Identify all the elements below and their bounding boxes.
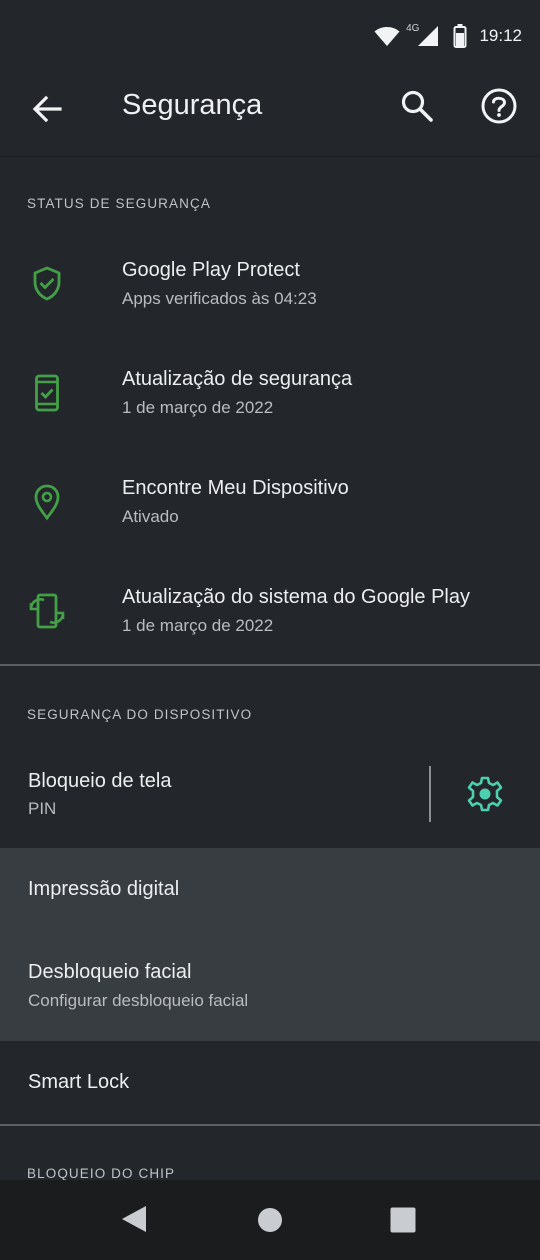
list-item-smart-lock[interactable]: Smart Lock [0, 1041, 540, 1124]
list-item-subtitle: 1 de março de 2022 [122, 616, 274, 635]
search-icon[interactable] [400, 89, 434, 123]
network-type: 4G [406, 22, 420, 34]
list-item-title: Smart Lock [28, 1071, 130, 1093]
clock: 19:12 [479, 26, 522, 45]
shield-check-icon [33, 266, 61, 301]
list-item-face-unlock[interactable]: Desbloqueio facial Configurar desbloquei… [0, 932, 540, 1041]
phone-sync-icon [29, 593, 65, 629]
list-item-title: Bloqueio de tela [28, 770, 172, 792]
wifi-icon [374, 27, 400, 46]
list-item-subtitle: 1 de março de 2022 [122, 398, 274, 417]
section-divider [0, 1124, 540, 1126]
section-header-device: SEGURANÇA DO DISPOSITIVO [27, 707, 253, 722]
list-item-title: Encontre Meu Dispositivo [122, 477, 349, 499]
back-arrow-icon[interactable] [30, 92, 64, 126]
list-item-subtitle: Configurar desbloqueio facial [28, 991, 249, 1010]
highlight-group: Impressão digital Desbloqueio facial Con… [0, 848, 540, 1041]
list-item-title: Impressão digital [28, 878, 180, 900]
page-title: Segurança [122, 89, 263, 121]
list-item-title: Desbloqueio facial [28, 961, 192, 983]
nav-home-icon[interactable] [257, 1207, 283, 1233]
section-header-chip: BLOQUEIO DO CHIP [27, 1166, 176, 1181]
list-item-title: Atualização de segurança [122, 368, 353, 390]
list-item-subtitle: Apps verificados às 04:23 [122, 289, 317, 308]
navigation-bar [0, 1180, 540, 1260]
list-item-security-update[interactable]: Atualização de segurança 1 de março de 2… [0, 338, 540, 447]
list-item-subtitle: Ativado [122, 507, 179, 526]
section-divider [0, 664, 540, 666]
nav-back-icon[interactable] [120, 1204, 148, 1234]
list-item-play-protect[interactable]: Google Play Protect Apps verificados às … [0, 228, 540, 338]
vertical-divider [429, 766, 431, 822]
list-item-find-device[interactable]: Encontre Meu Dispositivo Ativado [0, 447, 540, 556]
list-item-fingerprint[interactable]: Impressão digital [0, 848, 540, 932]
list-item-subtitle: PIN [28, 799, 57, 818]
cell-signal-icon [418, 26, 439, 46]
help-icon[interactable] [480, 87, 518, 125]
list-item-title: Google Play Protect [122, 259, 300, 281]
list-item-screen-lock[interactable]: Bloqueio de tela PIN [0, 740, 540, 848]
list-item-play-system-update[interactable]: Atualização do sistema do Google Play 1 … [0, 556, 540, 664]
location-pin-icon [34, 484, 60, 521]
app-bar: Segurança [0, 72, 540, 157]
nav-recents-icon[interactable] [390, 1207, 416, 1233]
gear-icon[interactable] [466, 775, 504, 813]
section-header-status: STATUS DE SEGURANÇA [27, 196, 211, 211]
battery-icon [453, 24, 467, 48]
phone-check-icon [35, 374, 59, 412]
list-item-title: Atualização do sistema do Google Play [122, 586, 470, 608]
status-bar: 4G 19:12 [0, 0, 540, 72]
